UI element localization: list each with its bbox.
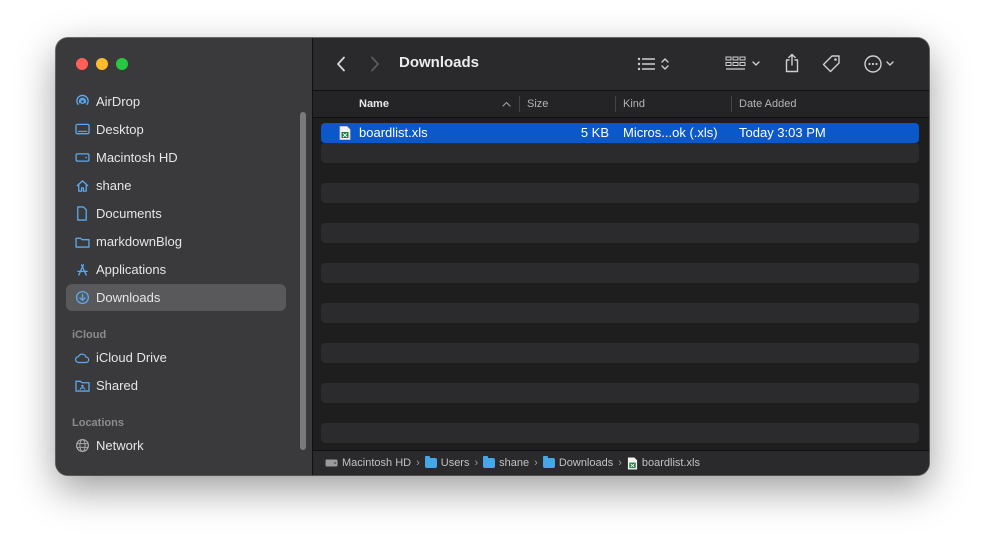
share-icon [785,53,799,73]
column-name[interactable]: Name [359,98,389,110]
document-icon [74,206,90,222]
file-name: boardlist.xls [359,125,428,140]
path-item-shane[interactable]: shane [483,456,529,469]
sidebar-item-airdrop[interactable]: AirDrop [66,88,286,115]
sidebar-item-network[interactable]: Network [66,432,286,459]
sidebar-item-label: Desktop [96,122,144,137]
shared-folder-icon [74,378,90,394]
sidebar-item-label: shane [96,178,132,193]
main-content: Downloads Name Size Kind Date Added boar… [313,38,929,475]
sidebar-item-desktop[interactable]: Desktop [66,116,286,143]
toolbar: Downloads [313,38,929,91]
zoom-window-button[interactable] [116,58,128,70]
empty-row [321,263,919,283]
ellipsis-circle-icon [864,55,894,73]
empty-row [321,423,919,443]
finder-window: AirDrop Desktop Macintosh HD shane Docum… [56,38,929,475]
sidebar-item-markdownblog[interactable]: markdownBlog [66,228,286,255]
chevron-right-icon [371,56,379,72]
folder-icon [483,456,496,468]
path-item-downloads[interactable]: Downloads [542,456,613,469]
path-item-boardlist[interactable]: boardlist.xls [627,457,700,470]
sidebar-scrollbar[interactable] [300,112,306,450]
sidebar-item-label: Applications [96,262,167,277]
tags-button[interactable] [819,52,843,76]
share-button[interactable] [781,51,803,75]
sidebar-item-label: Downloads [96,290,161,305]
sidebar-item-shared[interactable]: Shared [66,372,286,399]
group-button[interactable] [723,53,765,75]
path-bar: Macintosh HD › Users › shane › Downloads… [313,450,929,475]
column-size[interactable]: Size [527,98,548,110]
empty-row [321,383,919,403]
sidebar-item-documents[interactable]: Documents [66,200,286,227]
column-divider[interactable] [519,96,520,112]
back-button[interactable] [331,54,351,74]
path-item-users[interactable]: Users [424,456,469,469]
empty-row [321,143,919,163]
path-separator: › [534,457,538,469]
forward-button[interactable] [365,54,385,74]
home-icon [74,178,90,194]
file-kind: Micros...ok (.xls) [623,125,718,140]
sidebar-item-applications[interactable]: Applications [66,256,286,283]
column-divider[interactable] [615,96,616,112]
path-separator: › [416,457,420,469]
empty-row [321,303,919,323]
sidebar-item-label: AirDrop [96,94,141,109]
sidebar-section-locations: Locations [72,417,124,429]
view-options-button[interactable] [635,53,675,75]
column-divider[interactable] [731,96,732,112]
chevron-left-icon [337,56,345,72]
sidebar-item-icloud-drive[interactable]: iCloud Drive [66,344,286,371]
sidebar-item-label: iCloud Drive [96,350,167,365]
close-window-button[interactable] [76,58,88,70]
airdrop-icon [74,94,90,110]
sidebar-item-downloads[interactable]: Downloads [66,284,286,311]
path-separator: › [618,457,622,469]
sort-ascending-icon [502,101,511,107]
downloads-icon [74,290,90,306]
drive-icon [325,459,338,467]
file-row[interactable]: boardlist.xls 5 KB Micros...ok (.xls) To… [321,123,919,143]
sidebar-item-label: markdownBlog [96,234,182,249]
minimize-window-button[interactable] [96,58,108,70]
empty-row [321,183,919,203]
empty-row [321,343,919,363]
excel-file-icon [627,457,637,469]
list-view-icon [637,57,669,71]
folder-icon [542,456,555,468]
sidebar-item-label: Documents [96,206,162,221]
column-kind[interactable]: Kind [623,98,645,110]
file-size: 5 KB [580,125,609,140]
path-separator: › [474,457,479,469]
more-actions-button[interactable] [861,53,901,75]
path-item-macintosh-hd[interactable]: Macintosh HD [325,457,411,469]
cloud-icon [74,350,90,366]
excel-file-icon [339,126,351,143]
window-controls [76,58,128,70]
tag-icon [822,55,840,73]
applications-icon [74,262,90,278]
column-date-added[interactable]: Date Added [739,98,797,110]
sidebar-item-label: Shared [96,378,138,393]
sidebar-item-shane[interactable]: shane [66,172,286,199]
sidebar: AirDrop Desktop Macintosh HD shane Docum… [56,38,313,475]
desktop-icon [74,122,90,138]
empty-row [321,223,919,243]
sidebar-item-macintosh-hd[interactable]: Macintosh HD [66,144,286,171]
grid-group-icon [725,56,760,70]
sidebar-item-label: Network [96,438,144,453]
column-header: Name Size Kind Date Added [313,91,929,118]
file-date-added: Today 3:03 PM [739,125,826,140]
window-title: Downloads [399,54,480,71]
network-icon [74,438,90,454]
folder-icon [74,234,90,250]
sidebar-section-icloud: iCloud [72,329,107,341]
folder-icon [424,456,437,468]
drive-icon [74,150,90,166]
sidebar-item-label: Macintosh HD [96,150,178,165]
